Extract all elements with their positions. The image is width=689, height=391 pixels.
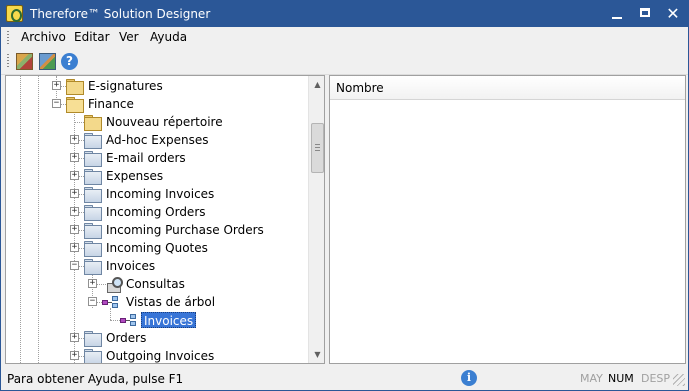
tree-node-label[interactable]: E-mail orders bbox=[104, 150, 188, 166]
maximize-icon bbox=[640, 8, 650, 17]
minimize-icon bbox=[612, 17, 622, 19]
tree-node-label[interactable]: Incoming Invoices bbox=[104, 186, 216, 202]
tree-view: + E-signatures − Finance Nouveau réperto… bbox=[6, 76, 308, 363]
category-folder-icon bbox=[84, 240, 102, 257]
folder-icon bbox=[66, 78, 84, 95]
tree-node[interactable]: + Orders bbox=[6, 329, 308, 347]
expand-icon[interactable]: + bbox=[88, 279, 97, 288]
tree-node[interactable]: + Incoming Purchase Orders bbox=[6, 221, 308, 239]
folder-open-icon bbox=[66, 96, 84, 113]
category-folder-icon bbox=[84, 222, 102, 239]
expand-icon[interactable]: + bbox=[70, 207, 79, 216]
expand-icon[interactable]: + bbox=[52, 81, 61, 90]
expand-icon[interactable]: + bbox=[70, 135, 79, 144]
tree-node[interactable]: + Incoming Invoices bbox=[6, 185, 308, 203]
tree-node[interactable]: Invoices bbox=[6, 311, 308, 329]
menubar-grip-icon[interactable] bbox=[7, 31, 9, 44]
tree-vertical-scrollbar[interactable]: ▲ ▼ bbox=[308, 76, 324, 363]
category-folder-icon bbox=[84, 132, 102, 149]
status-bar: Para obtener Ayuda, pulse F1 i MAY NUM D… bbox=[1, 368, 688, 390]
tree-node-label[interactable]: Nouveau répertoire bbox=[104, 114, 225, 130]
menu-archivo[interactable]: Archivo bbox=[21, 30, 66, 44]
tree-node[interactable]: + Incoming Quotes bbox=[6, 239, 308, 257]
tree-node-label[interactable]: Ad-hoc Expenses bbox=[104, 132, 210, 148]
tree-node[interactable]: + E-signatures bbox=[6, 77, 308, 95]
tree-panel[interactable]: + E-signatures − Finance Nouveau réperto… bbox=[5, 75, 325, 364]
toolbar-grip-icon[interactable] bbox=[7, 54, 9, 67]
list-panel[interactable]: Nombre bbox=[329, 75, 686, 364]
category-folder-icon bbox=[84, 258, 102, 275]
tree-view-icon bbox=[120, 313, 138, 327]
expand-icon[interactable]: + bbox=[70, 333, 79, 342]
folder-icon bbox=[84, 114, 102, 131]
category-folder-icon bbox=[84, 330, 102, 347]
app-logo-icon[interactable] bbox=[6, 5, 23, 22]
edit-tool-button[interactable] bbox=[39, 53, 56, 70]
tree-node[interactable]: + Consultas bbox=[6, 275, 308, 293]
tree-node[interactable]: + Expenses bbox=[6, 167, 308, 185]
tree-node-label[interactable]: Incoming Quotes bbox=[104, 240, 210, 256]
tree-node-label[interactable]: Vistas de árbol bbox=[124, 294, 217, 310]
collapse-icon[interactable]: − bbox=[52, 99, 61, 108]
category-folder-icon bbox=[84, 186, 102, 203]
tree-node-label[interactable]: Orders bbox=[104, 330, 148, 346]
maximize-button[interactable] bbox=[631, 1, 659, 27]
tree-node[interactable]: − Finance bbox=[6, 95, 308, 113]
menu-ayuda[interactable]: Ayuda bbox=[150, 30, 187, 44]
column-header-label: Nombre bbox=[336, 81, 384, 95]
toolbar: ? bbox=[1, 48, 688, 75]
status-text: Para obtener Ayuda, pulse F1 bbox=[7, 372, 184, 386]
scroll-lock-indicator: DESP bbox=[641, 372, 671, 385]
tree-node-label[interactable]: Incoming Purchase Orders bbox=[104, 222, 266, 238]
title-bar[interactable]: Therefore™ Solution Designer ✕ bbox=[1, 1, 688, 27]
tree-node[interactable]: + Incoming Orders bbox=[6, 203, 308, 221]
window-title: Therefore™ Solution Designer bbox=[30, 7, 211, 21]
app-window: Therefore™ Solution Designer ✕ Archivo E… bbox=[0, 0, 689, 391]
tree-node-label[interactable]: Expenses bbox=[104, 168, 165, 184]
category-folder-icon bbox=[84, 150, 102, 167]
scroll-down-icon[interactable]: ▼ bbox=[309, 346, 324, 363]
tree-node-label[interactable]: Incoming Orders bbox=[104, 204, 208, 220]
expand-icon[interactable]: + bbox=[70, 243, 79, 252]
num-lock-indicator: NUM bbox=[608, 372, 634, 385]
expand-icon[interactable]: + bbox=[70, 225, 79, 234]
tree-node[interactable]: − Vistas de árbol bbox=[6, 293, 308, 311]
tree-node[interactable]: − Invoices bbox=[6, 257, 308, 275]
close-icon: ✕ bbox=[666, 4, 680, 23]
collapse-icon[interactable]: − bbox=[70, 261, 79, 270]
column-header-nombre[interactable]: Nombre bbox=[330, 76, 685, 100]
tree-node-label[interactable]: E-signatures bbox=[86, 78, 165, 94]
menu-bar: Archivo Editar Ver Ayuda bbox=[1, 27, 688, 48]
tree-node[interactable]: + Ad-hoc Expenses bbox=[6, 131, 308, 149]
help-button[interactable]: ? bbox=[61, 53, 78, 70]
tree-node[interactable]: + E-mail orders bbox=[6, 149, 308, 167]
category-folder-icon bbox=[84, 204, 102, 221]
category-folder-icon bbox=[84, 168, 102, 185]
info-icon[interactable]: i bbox=[461, 370, 477, 386]
tree-node-label[interactable]: Consultas bbox=[124, 276, 187, 292]
resize-grip-icon[interactable] bbox=[673, 374, 685, 386]
tree-view-icon bbox=[102, 295, 120, 309]
tree-node-label[interactable]: Outgoing Invoices bbox=[104, 348, 216, 363]
tree-node-label[interactable]: Finance bbox=[86, 96, 136, 112]
design-tool-button[interactable] bbox=[16, 53, 33, 70]
caps-lock-indicator: MAY bbox=[580, 372, 603, 385]
tree-node-label-selected[interactable]: Invoices bbox=[141, 312, 197, 328]
expand-icon[interactable]: + bbox=[70, 171, 79, 180]
menu-editar[interactable]: Editar bbox=[74, 30, 110, 44]
tree-node-label[interactable]: Invoices bbox=[104, 258, 157, 274]
tree-node[interactable]: + Outgoing Invoices bbox=[6, 347, 308, 363]
close-button[interactable]: ✕ bbox=[659, 1, 687, 27]
scroll-up-icon[interactable]: ▲ bbox=[309, 76, 324, 93]
expand-icon[interactable]: + bbox=[70, 351, 79, 360]
collapse-icon[interactable]: − bbox=[88, 297, 97, 306]
scrollbar-thumb[interactable] bbox=[311, 123, 324, 173]
expand-icon[interactable]: + bbox=[70, 153, 79, 162]
tree-node[interactable]: Nouveau répertoire bbox=[6, 113, 308, 131]
menu-ver[interactable]: Ver bbox=[119, 30, 139, 44]
category-folder-icon bbox=[84, 348, 102, 363]
minimize-button[interactable] bbox=[603, 1, 631, 27]
expand-icon[interactable]: + bbox=[70, 189, 79, 198]
query-icon bbox=[106, 276, 123, 293]
